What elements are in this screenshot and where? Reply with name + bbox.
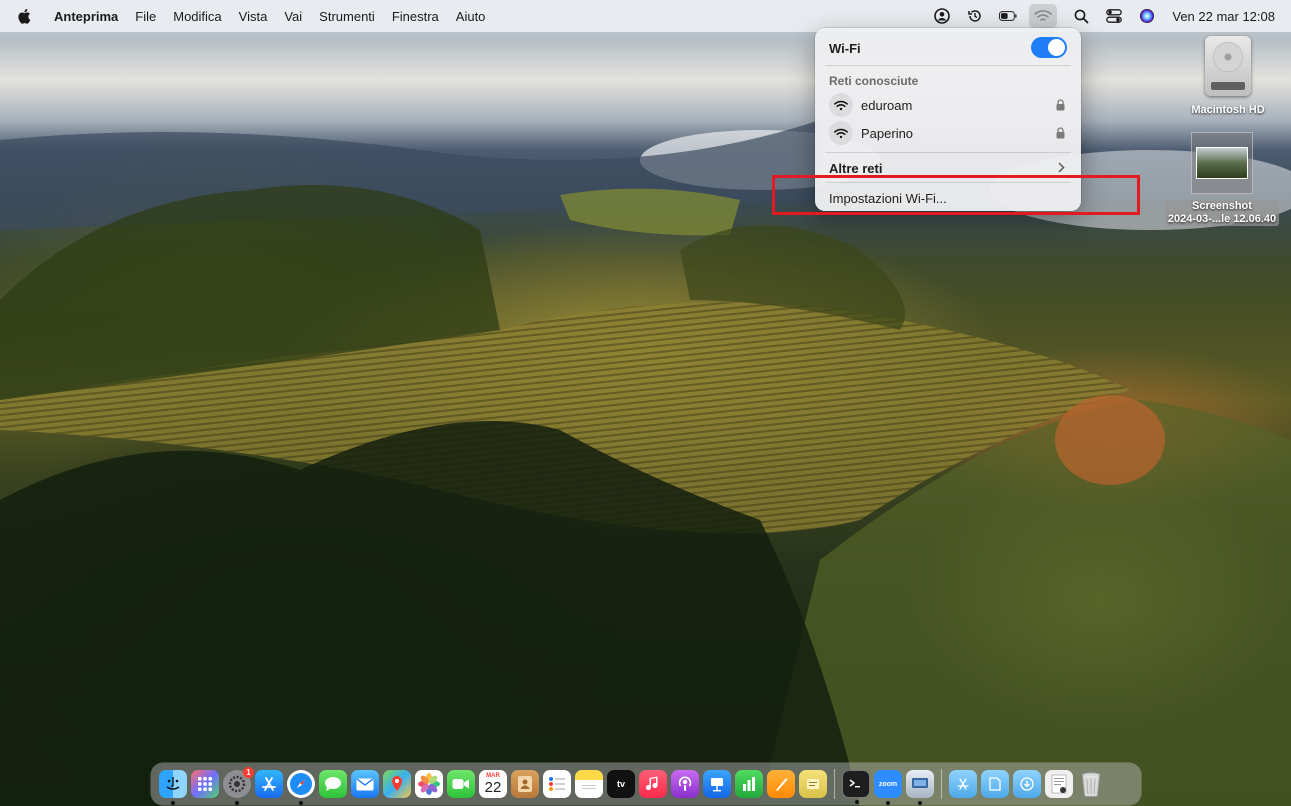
notification-badge: 1 (243, 767, 254, 778)
dock-script-editor-icon[interactable] (799, 770, 827, 798)
chevron-right-icon (1058, 162, 1065, 173)
dock-app-store-icon[interactable] (255, 770, 283, 798)
screenshot-label-line1: Screenshot (1192, 200, 1252, 212)
dock-preview-icon[interactable] (906, 770, 934, 805)
dock-photos-icon[interactable] (415, 770, 443, 798)
wifi-signal-icon (829, 93, 853, 117)
dock-podcasts-icon[interactable] (671, 770, 699, 798)
menu-file[interactable]: File (135, 9, 156, 24)
tv-label: tv (616, 779, 625, 789)
dock-terminal-icon[interactable] (842, 770, 870, 804)
menu-bar: Anteprima File Modifica Vista Vai Strume… (0, 0, 1291, 32)
zoom-label: zoom (878, 780, 898, 788)
network-item-eduroam[interactable]: eduroam (829, 92, 1067, 118)
wifi-title: Wi-Fi (829, 40, 861, 56)
dock-messages-icon[interactable] (319, 770, 347, 798)
network-name: Paperino (861, 125, 914, 141)
desktop-icon-macintosh-hd[interactable]: Macintosh HD (1183, 36, 1273, 116)
menu-separator (825, 152, 1071, 153)
lock-icon (1056, 127, 1065, 139)
dock-notes-icon[interactable] (575, 770, 603, 798)
desktop-icon-label: Macintosh HD (1191, 104, 1265, 116)
annotation-highlight-box (772, 175, 1140, 215)
known-networks-header: Reti conosciute (829, 74, 919, 88)
wifi-signal-icon (829, 121, 853, 145)
menu-vista[interactable]: Vista (239, 9, 268, 24)
menu-app-name[interactable]: Anteprima (54, 9, 118, 24)
dock-applications-folder-icon[interactable] (949, 770, 977, 798)
dock-documents-folder-icon[interactable] (981, 770, 1009, 798)
wifi-toggle[interactable] (1031, 37, 1067, 58)
dock-calendar-icon[interactable]: MAR 22 (479, 770, 507, 798)
network-item-paperino[interactable]: Paperino (829, 120, 1067, 146)
desktop-icon-screenshot[interactable]: Screenshot 2024-03-...le 12.06.40 (1158, 132, 1286, 226)
spotlight-search-icon[interactable] (1072, 7, 1090, 25)
dock-contacts-icon[interactable] (511, 770, 539, 798)
dock-music-icon[interactable] (639, 770, 667, 798)
menu-finestra[interactable]: Finestra (392, 9, 439, 24)
network-name: eduroam (861, 97, 913, 113)
dock-recent-document-icon[interactable] (1045, 770, 1073, 798)
dock-zoom-icon[interactable]: zoom (874, 770, 902, 805)
lock-icon (1056, 99, 1065, 111)
dock-numbers-icon[interactable] (735, 770, 763, 798)
calendar-day: 22 (484, 778, 502, 796)
dock-keynote-icon[interactable] (703, 770, 731, 798)
dock-safari-icon[interactable] (287, 770, 315, 805)
other-networks-label: Altre reti (829, 160, 883, 176)
dock-trash-icon[interactable] (1077, 770, 1105, 798)
menu-strumenti[interactable]: Strumenti (319, 9, 375, 24)
screenshot-label-line2: 2024-03-...le 12.06.40 (1167, 213, 1277, 225)
user-account-icon[interactable] (933, 7, 951, 25)
dock-apple-tv-icon[interactable]: tv (607, 770, 635, 798)
screenshot-thumbnail-icon (1191, 132, 1253, 194)
menu-aiuto[interactable]: Aiuto (456, 9, 486, 24)
menu-vai[interactable]: Vai (284, 9, 302, 24)
menu-modifica[interactable]: Modifica (173, 9, 221, 24)
dock-mail-icon[interactable] (351, 770, 379, 798)
dock-divider (834, 769, 835, 799)
siri-icon[interactable] (1138, 7, 1156, 25)
menubar-clock[interactable]: Ven 22 mar 12:08 (1172, 9, 1275, 24)
time-machine-icon[interactable] (966, 7, 984, 25)
dock-downloads-folder-icon[interactable] (1013, 770, 1041, 798)
wifi-status-icon[interactable] (1029, 4, 1058, 28)
dock-launchpad-icon[interactable] (191, 770, 219, 798)
battery-icon[interactable] (999, 7, 1017, 25)
dock-system-settings-icon[interactable]: 1 (223, 767, 254, 805)
desktop-icon-label: Screenshot 2024-03-...le 12.06.40 (1164, 200, 1280, 226)
menu-separator (825, 65, 1071, 66)
dock-reminders-icon[interactable] (543, 770, 571, 798)
dock-maps-icon[interactable] (383, 770, 411, 798)
desktop-wallpaper (0, 0, 1291, 806)
dock-divider (941, 769, 942, 799)
dock-finder-icon[interactable] (159, 770, 187, 805)
dock: 1 MAR 22 tv zoom (151, 763, 1141, 805)
dock-facetime-icon[interactable] (447, 770, 475, 798)
hard-drive-icon (1205, 36, 1251, 96)
control-center-icon[interactable] (1105, 7, 1123, 25)
wallpaper-landscape (0, 120, 1291, 806)
dock-pages-icon[interactable] (767, 770, 795, 798)
apple-menu-icon[interactable] (16, 7, 34, 25)
wifi-header: Wi-Fi (829, 37, 1067, 59)
